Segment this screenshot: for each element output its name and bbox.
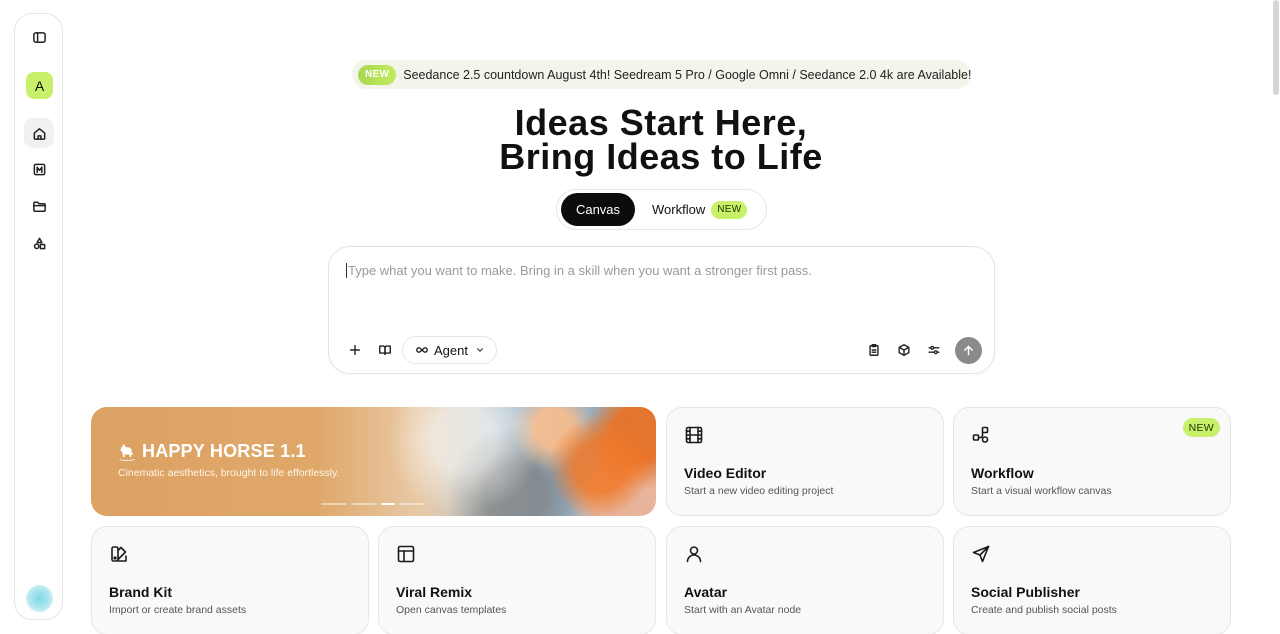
- agent-mode-select[interactable]: Agent: [402, 336, 497, 364]
- sidebar-item-files[interactable]: [25, 192, 53, 220]
- card-title: Social Publisher: [971, 584, 1080, 600]
- card-subtitle: Start a visual workflow canvas: [971, 485, 1112, 497]
- prompt-box: Agent: [328, 246, 995, 374]
- infinity-icon: [416, 347, 428, 353]
- card-subtitle: Open canvas templates: [396, 604, 507, 616]
- skills-library-button[interactable]: [374, 339, 396, 361]
- chevron-down-icon: [476, 348, 483, 352]
- card-title: Workflow: [971, 465, 1034, 481]
- workspace-avatar[interactable]: A: [26, 72, 53, 99]
- card-subtitle: Start a new video editing project: [684, 485, 834, 497]
- hero-title-line2: Bring Ideas to Life: [499, 136, 823, 177]
- film-icon: [684, 425, 704, 445]
- announcement-text: Seedance 2.5 countdown August 4th! Seedr…: [403, 67, 972, 82]
- card-title: Video Editor: [684, 465, 767, 481]
- card-title: Viral Remix: [396, 584, 473, 600]
- assistant-orb[interactable]: [26, 585, 53, 612]
- shapes-icon: [33, 237, 45, 249]
- send-icon: [971, 544, 991, 564]
- new-badge: NEW: [1182, 418, 1220, 437]
- agent-mode-label: Agent: [434, 342, 468, 358]
- tab-canvas[interactable]: Canvas: [561, 193, 635, 226]
- carousel-dot[interactable]: [321, 503, 347, 505]
- card-subtitle: Start with an Avatar node: [684, 604, 802, 616]
- page-scrollbar[interactable]: [1273, 0, 1279, 95]
- card-title: Avatar: [684, 584, 728, 600]
- folder-icon: [32, 201, 46, 212]
- carousel-dot-active[interactable]: [381, 503, 395, 505]
- tab-workflow[interactable]: Workflow NEW: [652, 193, 748, 226]
- carousel-dot[interactable]: [399, 503, 425, 505]
- banner-title: HAPPY HORSE 1.1: [117, 441, 306, 462]
- banner-subtitle: Cinematic aesthetics, brought to life ef…: [118, 467, 340, 479]
- user-icon: [684, 544, 704, 564]
- clipboard-button[interactable]: [863, 339, 885, 361]
- rocking-horse-icon: [119, 444, 135, 461]
- card-workflow[interactable]: NEW Workflow Start a visual workflow can…: [953, 407, 1231, 516]
- card-title: Brand Kit: [109, 584, 172, 600]
- card-avatar[interactable]: Avatar Start with an Avatar node: [666, 526, 944, 634]
- card-video-editor[interactable]: Video Editor Start a new video editing p…: [666, 407, 944, 516]
- card-viral-remix[interactable]: Viral Remix Open canvas templates: [378, 526, 656, 634]
- cube-icon: [898, 344, 910, 356]
- mode-toggle: Canvas Workflow NEW: [556, 189, 767, 230]
- add-button[interactable]: [344, 339, 366, 361]
- carousel-indicator: [321, 503, 425, 505]
- sidebar-toggle-button[interactable]: [25, 23, 53, 51]
- model-3d-button[interactable]: [893, 339, 915, 361]
- sidebar-panel-icon: [32, 31, 46, 43]
- sidebar-item-assets[interactable]: [25, 229, 53, 257]
- new-badge: NEW: [711, 200, 748, 219]
- send-button[interactable]: [955, 337, 982, 364]
- prompt-input[interactable]: [346, 263, 976, 278]
- clipboard-icon: [869, 344, 879, 356]
- sliders-icon: [928, 345, 940, 355]
- book-open-icon: [379, 345, 391, 356]
- settings-sliders-button[interactable]: [923, 339, 945, 361]
- palette-swatch-icon: [109, 544, 129, 564]
- layout-template-icon: [396, 544, 416, 564]
- card-brand-kit[interactable]: Brand Kit Import or create brand assets: [91, 526, 369, 634]
- announcement-banner[interactable]: NEW Seedance 2.5 countdown August 4th! S…: [352, 60, 971, 89]
- carousel-dot[interactable]: [351, 503, 377, 505]
- plus-icon: [349, 344, 361, 356]
- new-badge: NEW: [358, 64, 397, 85]
- arrow-up-icon: [964, 345, 973, 356]
- banner-title-text: HAPPY HORSE 1.1: [142, 441, 306, 461]
- card-social-publisher[interactable]: Social Publisher Create and publish soci…: [953, 526, 1231, 634]
- card-subtitle: Create and publish social posts: [971, 604, 1117, 616]
- workflow-nodes-icon: [971, 425, 991, 445]
- card-subtitle: Import or create brand assets: [109, 604, 247, 616]
- promo-banner-happy-horse[interactable]: HAPPY HORSE 1.1 Cinematic aesthetics, br…: [91, 407, 656, 516]
- tab-workflow-label: Workflow: [652, 202, 706, 217]
